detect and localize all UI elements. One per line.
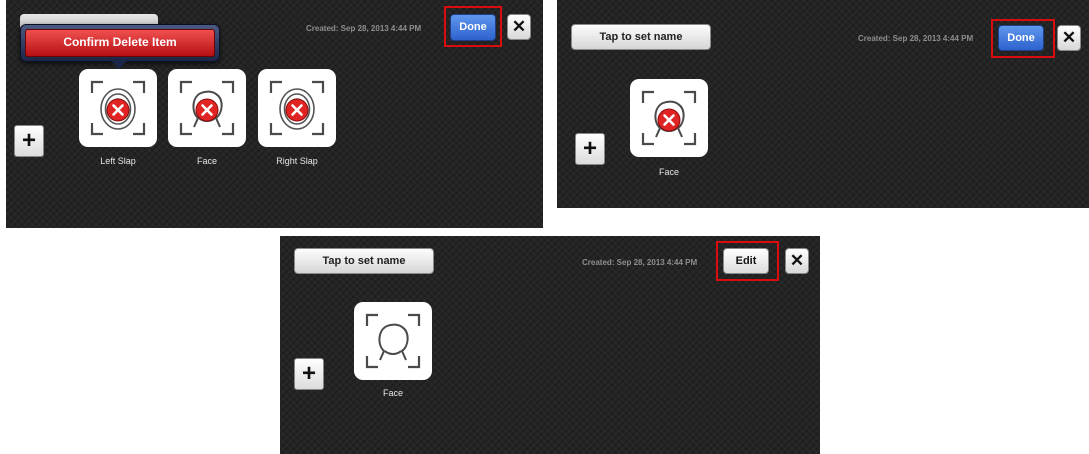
normal-mode-panel: Tap to set name Created: Sep 28, 2013 4:… — [280, 236, 820, 454]
tile-right-slap[interactable] — [258, 69, 336, 147]
add-item-button[interactable]: + — [14, 125, 44, 157]
delete-badge-icon[interactable] — [258, 69, 336, 147]
tile-left-slap[interactable] — [79, 69, 157, 147]
close-button[interactable]: ✕ — [785, 248, 809, 274]
tile-face[interactable] — [630, 79, 708, 157]
delete-badge-icon[interactable] — [630, 79, 708, 157]
item-label: Right Slap — [276, 156, 318, 166]
close-button[interactable]: ✕ — [507, 14, 531, 40]
created-timestamp: Created: Sep 28, 2013 4:44 PM — [582, 258, 698, 267]
close-icon: ✕ — [789, 251, 805, 270]
item-label: Face — [382, 388, 403, 398]
tile-face[interactable] — [354, 302, 432, 380]
close-button[interactable]: ✕ — [1057, 25, 1081, 51]
close-icon: ✕ — [511, 17, 527, 36]
set-name-button[interactable]: Tap to set name — [571, 24, 711, 50]
done-button[interactable]: Done — [998, 25, 1044, 51]
delete-badge-icon[interactable] — [168, 69, 246, 147]
done-button[interactable]: Done — [450, 14, 496, 41]
edit-mode-panel-three-items: Created: Sep 28, 2013 4:44 PM Done ✕ Con… — [6, 0, 543, 228]
edit-mode-panel-one-item: Tap to set name Created: Sep 28, 2013 4:… — [557, 0, 1089, 208]
face-icon — [365, 313, 421, 369]
item-label: Left Slap — [100, 156, 136, 166]
tile-face[interactable] — [168, 69, 246, 147]
created-timestamp: Created: Sep 28, 2013 4:44 PM — [306, 24, 422, 33]
confirm-delete-popover: Confirm Delete Item — [20, 24, 220, 62]
confirm-delete-item-button[interactable]: Confirm Delete Item — [25, 29, 215, 57]
add-item-button[interactable]: + — [294, 358, 324, 390]
add-item-button[interactable]: + — [575, 133, 605, 165]
item-label: Face — [658, 167, 679, 177]
item-label: Face — [196, 156, 217, 166]
edit-button[interactable]: Edit — [723, 248, 769, 274]
set-name-button[interactable]: Tap to set name — [294, 248, 434, 274]
delete-badge-icon[interactable] — [79, 69, 157, 147]
close-icon: ✕ — [1061, 28, 1077, 47]
created-timestamp: Created: Sep 28, 2013 4:44 PM — [858, 34, 974, 43]
popover-arrow — [109, 59, 129, 69]
